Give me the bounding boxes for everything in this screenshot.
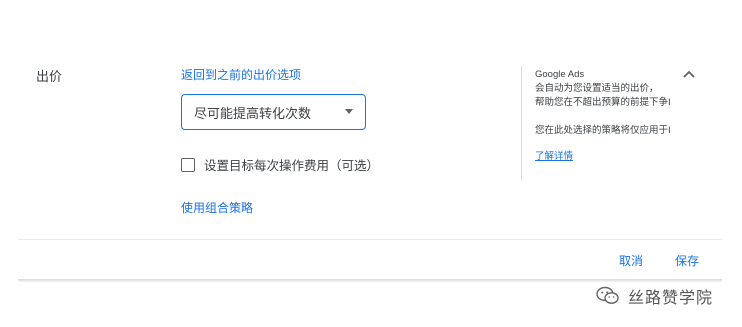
help-line-2: 帮助您在不超出预算的前提下争I [535, 97, 670, 108]
learn-more-link[interactable]: 了解详情 [535, 150, 573, 164]
watermark-text: 丝路赞学院 [628, 290, 714, 307]
help-panel: Google Ads 会自动为您设置适当的出价， 帮助您在不超出预算的前提下争I… [535, 68, 670, 164]
cancel-button[interactable]: 取消 [619, 252, 643, 269]
footer-divider [18, 239, 722, 240]
help-line-1: 会自动为您设置适当的出价， [535, 83, 659, 94]
use-portfolio-strategy-link[interactable]: 使用组合策略 [181, 199, 253, 216]
section-label: 出价 [36, 69, 63, 84]
wechat-icon [596, 286, 619, 304]
target-cpa-checkbox[interactable] [181, 157, 195, 172]
help-panel-title: Google Ads [535, 69, 585, 80]
chevron-up-icon[interactable] [681, 66, 697, 82]
target-cpa-label: 设置目标每次操作费用（可选） [204, 159, 380, 173]
bid-strategy-selected-value: 尽可能提高转化次数 [194, 105, 312, 121]
save-button[interactable]: 保存 [675, 252, 699, 269]
back-to-previous-bidding-link[interactable]: 返回到之前的出价选项 [181, 66, 301, 83]
panel-divider [521, 66, 522, 181]
help-note: 您在此处选择的策略将仅应用于I [535, 125, 670, 136]
dropdown-caret-icon [345, 109, 353, 114]
target-cpa-row: 设置目标每次操作费用（可选） [181, 155, 379, 174]
help-spacer [535, 110, 670, 124]
bid-strategy-dropdown[interactable]: 尽可能提高转化次数 [181, 94, 366, 130]
watermark: 丝路赞学院 [596, 284, 713, 308]
card-bottom-shadow [18, 279, 722, 282]
